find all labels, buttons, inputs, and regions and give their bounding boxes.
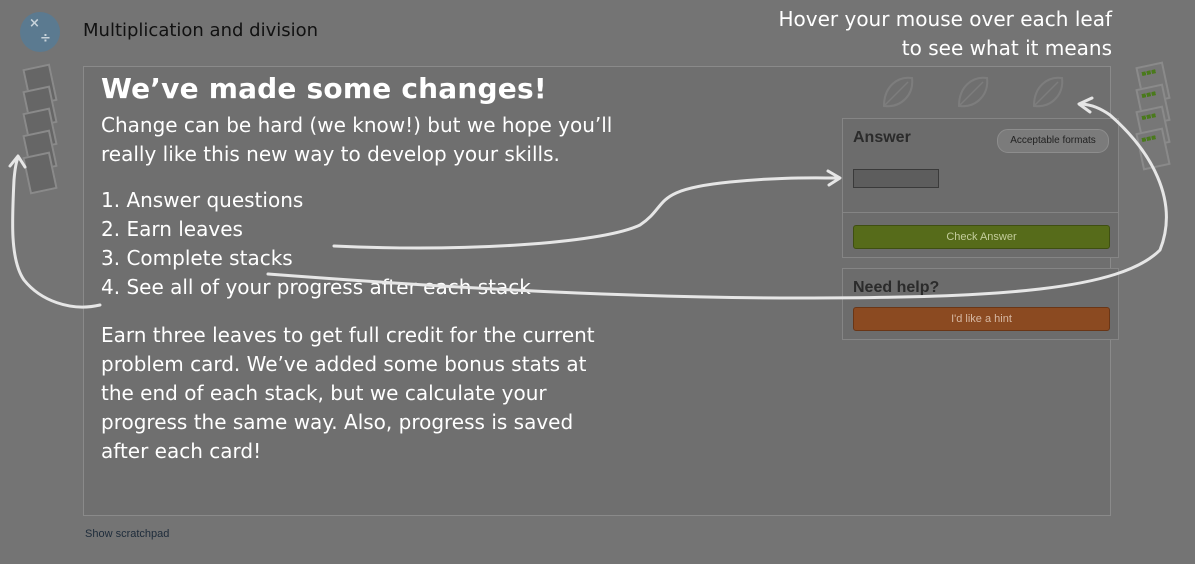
arrow-stacks: [11, 156, 102, 309]
arrow-answer: [332, 176, 840, 250]
annotation-arrows: [8, 96, 1168, 309]
arrow-leaves: [266, 102, 1168, 300]
